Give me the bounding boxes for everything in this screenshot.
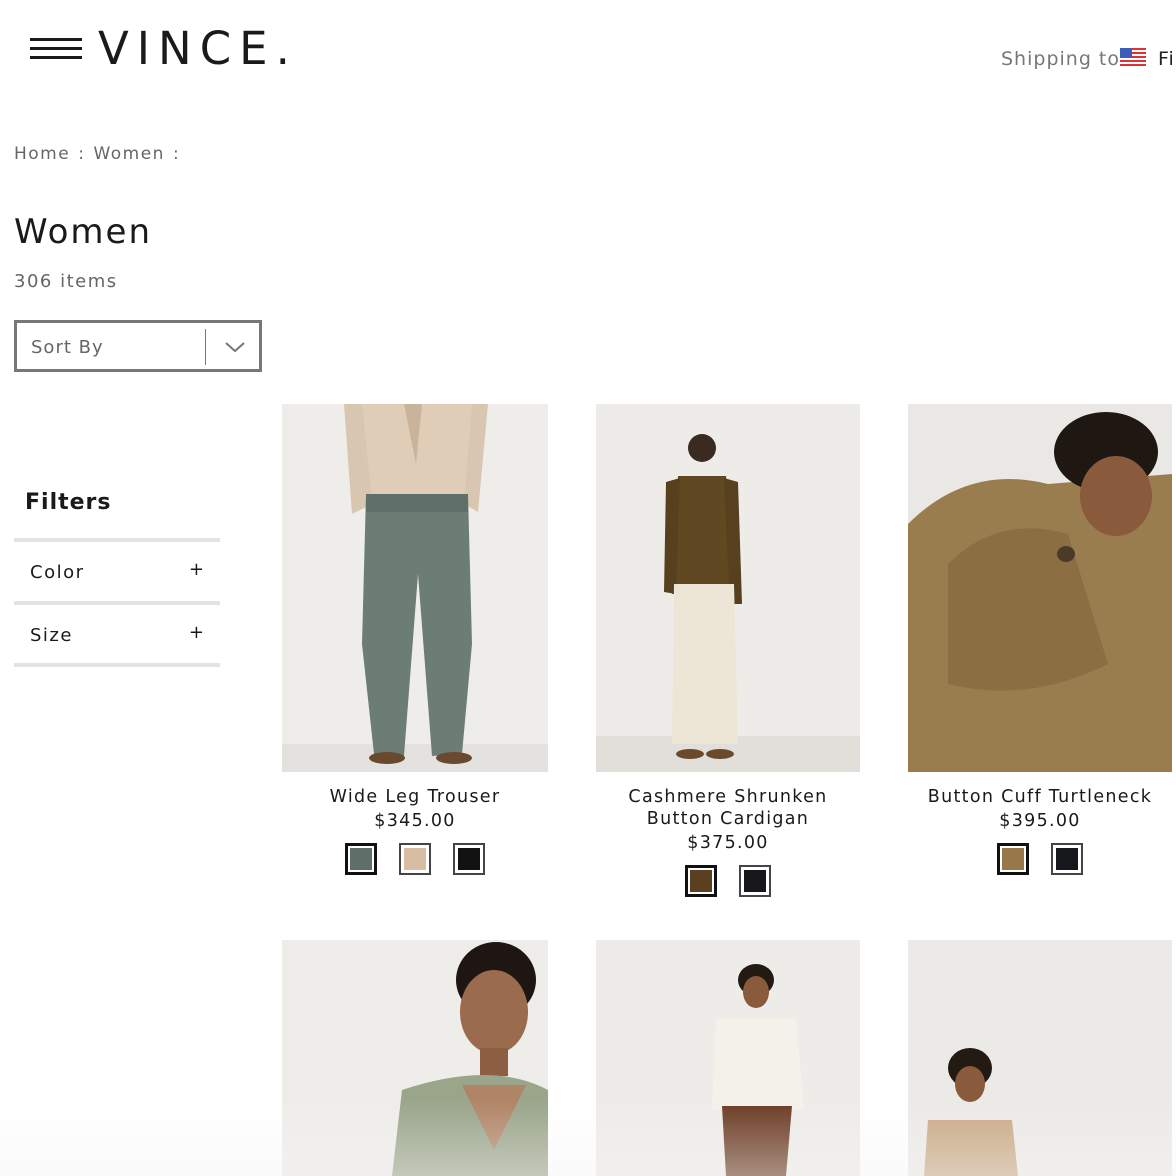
color-swatch[interactable]: [1051, 843, 1083, 875]
divider: [14, 663, 220, 667]
product-name[interactable]: Wide Leg Trouser: [282, 786, 548, 808]
menu-icon[interactable]: [30, 38, 82, 62]
product-image[interactable]: [596, 940, 860, 1176]
filter-size[interactable]: Size +: [14, 605, 220, 661]
filter-label: Color: [30, 562, 85, 583]
product-price: $345.00: [374, 811, 456, 831]
locale-label[interactable]: Fi: [1158, 48, 1175, 70]
menu-bar: [30, 47, 82, 50]
menu-bar: [30, 56, 82, 59]
breadcrumb-separator: :: [78, 144, 86, 164]
product-image[interactable]: [908, 940, 1172, 1176]
us-flag-icon[interactable]: [1120, 48, 1146, 66]
product-name[interactable]: Button Cuff Turtleneck: [908, 786, 1172, 808]
color-swatch[interactable]: [399, 843, 431, 875]
product-image[interactable]: [282, 940, 548, 1176]
shipping-label[interactable]: Shipping to: [1001, 48, 1120, 70]
sort-label: Sort By: [31, 337, 104, 358]
color-swatch[interactable]: [453, 843, 485, 875]
chevron-down-icon: [225, 342, 245, 353]
breadcrumb: Home: Women:: [14, 144, 188, 164]
product-image[interactable]: [596, 404, 860, 772]
swatch-list: [596, 865, 860, 897]
color-swatch[interactable]: [685, 865, 717, 897]
product-price: $395.00: [999, 811, 1081, 831]
item-count: 306 items: [14, 271, 118, 292]
swatch-list: [282, 843, 548, 875]
filter-label: Size: [30, 625, 73, 646]
color-swatch[interactable]: [997, 843, 1029, 875]
breadcrumb-women[interactable]: Women: [93, 144, 165, 164]
brand-logo[interactable]: VINCE.: [98, 26, 298, 71]
color-swatch[interactable]: [739, 865, 771, 897]
color-swatch[interactable]: [345, 843, 377, 875]
product-price: $375.00: [687, 833, 769, 853]
breadcrumb-separator: :: [172, 144, 181, 164]
sort-divider: [205, 329, 206, 365]
product-image[interactable]: [908, 404, 1172, 772]
expand-plus-icon: +: [188, 559, 204, 580]
breadcrumb-home[interactable]: Home: [14, 144, 70, 164]
page-title: Women: [14, 212, 153, 252]
expand-plus-icon: +: [188, 622, 204, 643]
product-name[interactable]: Cashmere Shrunken Button Cardigan: [596, 786, 860, 830]
menu-bar: [30, 38, 82, 41]
sort-dropdown[interactable]: Sort By: [14, 320, 262, 372]
filters-title: Filters: [25, 490, 112, 515]
product-image[interactable]: [282, 404, 548, 772]
swatch-list: [908, 843, 1172, 875]
filter-color[interactable]: Color +: [14, 542, 220, 598]
